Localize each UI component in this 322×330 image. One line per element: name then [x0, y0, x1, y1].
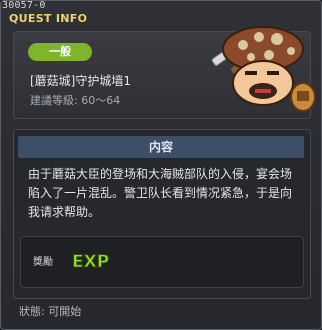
quest-id: 30057-0 [2, 0, 46, 11]
exp-text: EXP [72, 252, 109, 272]
quest-level: 建議等級: 60～64 [30, 94, 121, 107]
quest-category-badge: 一般 [28, 43, 92, 61]
reward-box: 獎勵 EXP [20, 236, 304, 288]
reward-label: 獎勵 [33, 257, 53, 268]
quest-status: 狀態: 可開始 [19, 305, 82, 318]
quest-content-panel: 内容 由于蘑菇大臣的登场和大海贼部队的入侵，宴会场陷入了一片混乱。警卫队长看到情… [13, 129, 311, 299]
quest-info-window: 30057-0 QUEST INFO 一般 [蘑菇城]守护城墙1 建議等級: 6… [0, 0, 322, 330]
window-title: QUEST INFO [9, 12, 88, 25]
exp-icon: EXP [72, 252, 110, 273]
quest-description: 由于蘑菇大臣的登场和大海贼部队的入侵，宴会场陷入了一片混乱。警卫队长看到情况紧急… [28, 167, 293, 219]
npc-portrait-icon [211, 26, 316, 112]
quest-name: [蘑菇城]守护城墙1 [30, 74, 131, 88]
content-header: 内容 [18, 136, 304, 158]
